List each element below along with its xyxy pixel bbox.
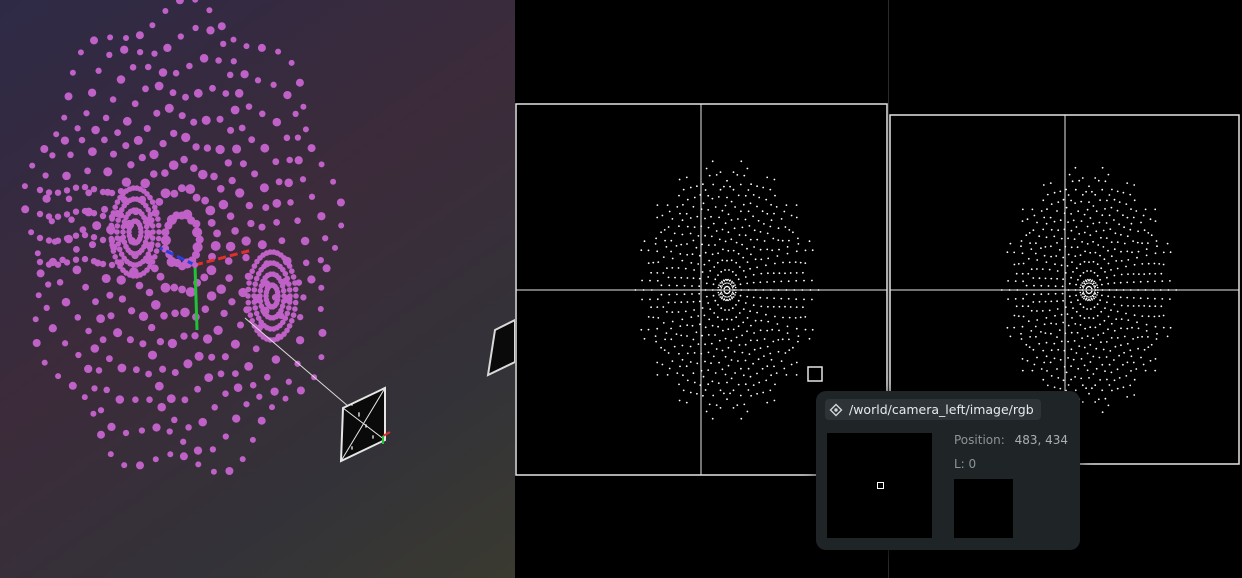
point-cloud-3d	[21, 0, 345, 475]
camera-frustum-left[interactable]	[339, 386, 391, 463]
position-readout: Position: 483, 434	[954, 433, 1068, 447]
position-label: Position:	[954, 433, 1005, 447]
camera-frustum-right[interactable]	[486, 318, 515, 377]
luminance-readout: L: 0	[954, 457, 977, 471]
hovered-pixel-marker	[877, 482, 884, 489]
spatial-3d-view[interactable]	[0, 0, 515, 578]
tooltip-header: /world/camera_left/image/rgb	[825, 399, 1041, 420]
hover-cursor-box	[807, 366, 823, 382]
axis-y-line	[193, 264, 199, 331]
zoomed-pixel-preview	[827, 433, 932, 538]
3d-scene-canvas[interactable]	[0, 0, 515, 578]
entity-icon	[829, 403, 843, 416]
pixel-color-swatch	[954, 479, 1013, 538]
pixel-hover-tooltip: /world/camera_left/image/rgb Position: 4…	[816, 391, 1080, 550]
position-value: 483, 434	[1014, 433, 1069, 447]
entity-path-label: /world/camera_left/image/rgb	[849, 402, 1034, 417]
